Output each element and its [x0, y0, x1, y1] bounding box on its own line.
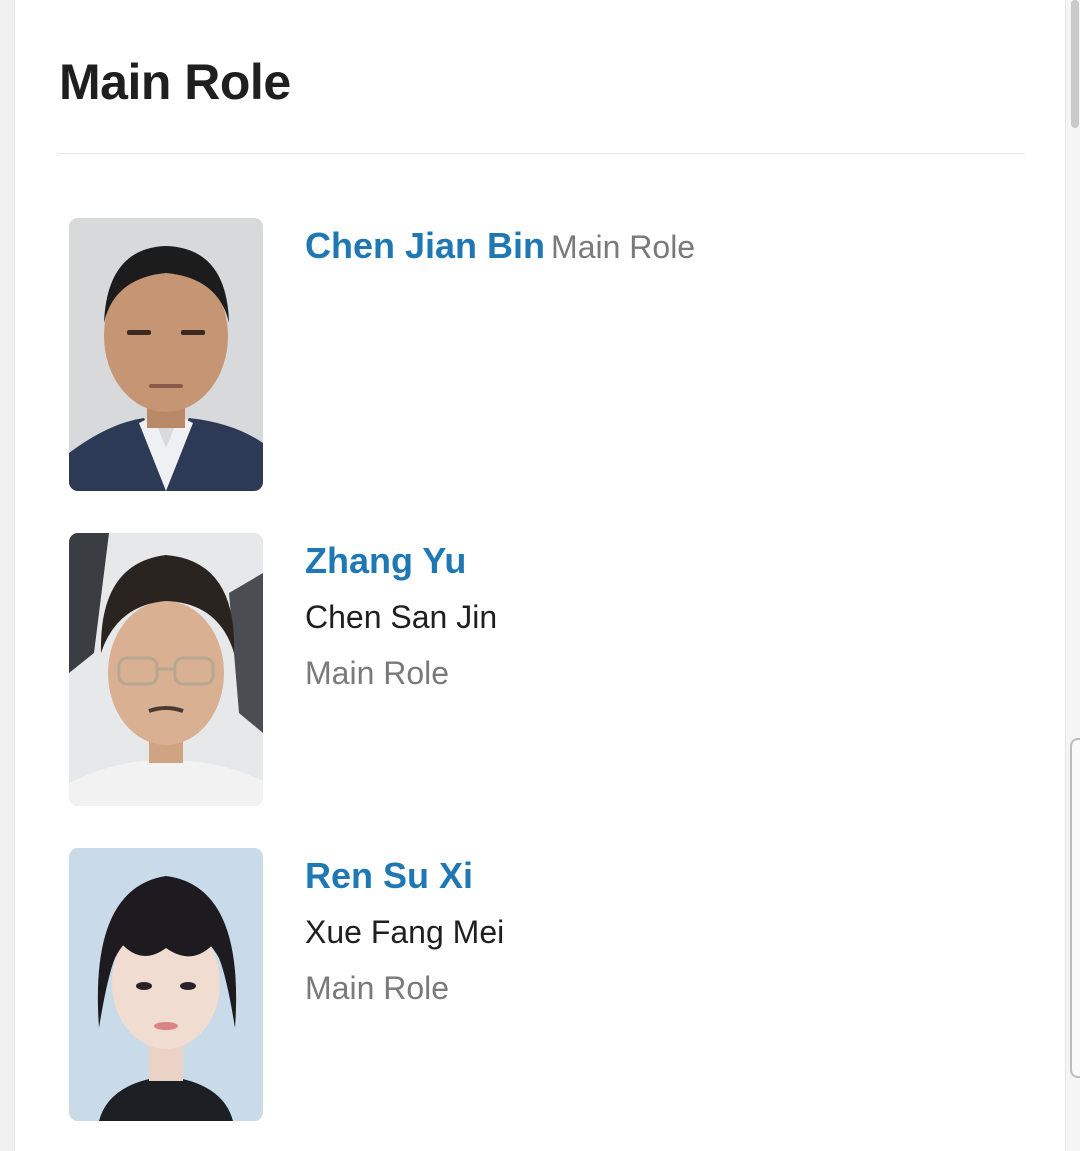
actor-photo[interactable] — [69, 533, 263, 806]
cast-list-item: Chen Jian Bin Main Role — [69, 218, 1029, 492]
cast-info: Zhang Yu Chen San Jin Main Role — [305, 533, 1005, 701]
cast-info: Chen Jian Bin Main Role — [305, 218, 1005, 274]
cast-list-item: Zhang Yu Chen San Jin Main Role — [69, 533, 1029, 807]
name-line: Zhang Yu — [305, 533, 1005, 589]
divider — [58, 153, 1025, 154]
actor-name-link[interactable]: Zhang Yu — [305, 540, 466, 581]
section-title: Main Role — [59, 54, 291, 110]
fast-scroll-handle[interactable] — [1070, 738, 1080, 1078]
cast-info: Ren Su Xi Xue Fang Mei Main Role — [305, 848, 1005, 1016]
actor-photo[interactable] — [69, 848, 263, 1121]
cast-list-item: Ren Su Xi Xue Fang Mei Main Role — [69, 848, 1029, 1122]
character-name: Xue Fang Mei — [305, 914, 505, 950]
actor-photo[interactable] — [69, 218, 263, 491]
actor-name-link[interactable]: Ren Su Xi — [305, 855, 473, 896]
role-label: Main Role — [305, 970, 450, 1006]
name-line: Ren Su Xi — [305, 848, 1005, 904]
name-line: Chen Jian Bin Main Role — [305, 218, 1005, 274]
role-label: Main Role — [305, 655, 450, 691]
cast-card: Main Role Chen Jian Bin Main Role Zhang … — [14, 0, 1066, 1151]
character-name: Chen San Jin — [305, 599, 498, 635]
scrollbar-thumb[interactable] — [1071, 0, 1079, 128]
role-label: Main Role — [551, 229, 696, 265]
actor-name-link[interactable]: Chen Jian Bin — [305, 225, 545, 266]
